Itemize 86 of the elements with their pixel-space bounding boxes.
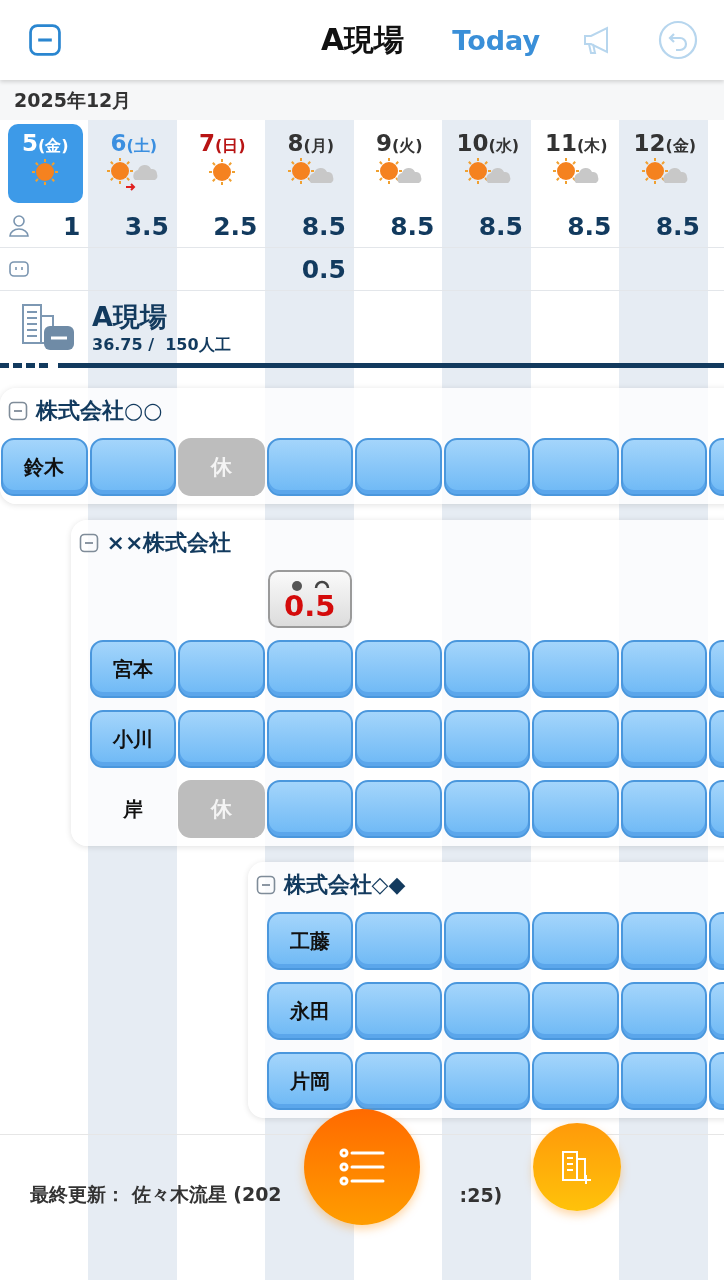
schedule-cell[interactable] bbox=[620, 640, 707, 698]
list-button[interactable] bbox=[304, 1109, 420, 1225]
site-name: A現場 bbox=[92, 299, 168, 334]
day-label: 10(水) bbox=[456, 130, 520, 157]
schedule-cell[interactable] bbox=[620, 438, 707, 496]
schedule-cell[interactable] bbox=[443, 1052, 530, 1110]
worker-name[interactable]: 宮本 bbox=[89, 640, 176, 698]
page-title: A現場 bbox=[321, 20, 405, 59]
building-plus-icon bbox=[560, 1149, 594, 1185]
day-label: 8(月) bbox=[287, 130, 335, 157]
schedule-cell[interactable] bbox=[355, 1052, 442, 1110]
last-updated-text: :25) bbox=[459, 1183, 503, 1206]
schedule-cell[interactable] bbox=[443, 780, 530, 838]
schedule-cell[interactable] bbox=[532, 1052, 619, 1110]
schedule-cell[interactable] bbox=[355, 780, 442, 838]
extra-count: 0.5 bbox=[301, 254, 346, 284]
day-header[interactable]: 7(日) bbox=[185, 124, 260, 203]
schedule-cell[interactable] bbox=[443, 912, 530, 970]
collapse-icon[interactable] bbox=[78, 533, 99, 553]
schedule-cell[interactable] bbox=[532, 780, 619, 838]
schedule-cell[interactable] bbox=[532, 710, 619, 768]
day-label: 6(土) bbox=[110, 130, 158, 157]
worker-count: 3.5 bbox=[124, 211, 169, 241]
list-icon bbox=[339, 1147, 385, 1187]
month-label: 2025年12月 bbox=[14, 88, 132, 113]
worker-name[interactable]: 小川 bbox=[89, 710, 176, 768]
collapse-icon[interactable] bbox=[255, 875, 276, 895]
schedule-cell[interactable] bbox=[443, 438, 530, 496]
schedule-cell[interactable] bbox=[620, 1052, 707, 1110]
worker-count: 8.5 bbox=[655, 211, 700, 241]
schedule-cell[interactable] bbox=[266, 640, 353, 698]
schedule-cell[interactable] bbox=[532, 982, 619, 1040]
schedule-cell[interactable] bbox=[178, 710, 265, 768]
schedule-cell[interactable] bbox=[355, 710, 442, 768]
worker-count: 2.5 bbox=[213, 211, 258, 241]
plug-icon bbox=[8, 260, 30, 278]
schedule-cell[interactable] bbox=[266, 780, 353, 838]
day-label: 11(木) bbox=[544, 130, 608, 157]
company-name: 株式会社○○ bbox=[36, 397, 163, 425]
person-icon bbox=[8, 214, 30, 238]
collapse-icon[interactable] bbox=[8, 401, 28, 421]
schedule-cell[interactable] bbox=[620, 780, 707, 838]
schedule-cell[interactable] bbox=[355, 912, 442, 970]
site-summary: 36.75 / 150人工 bbox=[92, 334, 231, 356]
schedule-cell[interactable] bbox=[266, 710, 353, 768]
schedule-cell[interactable] bbox=[178, 640, 265, 698]
day-header[interactable]: 9(火) bbox=[362, 124, 437, 203]
worker-count: 8.5 bbox=[478, 211, 523, 241]
day-header[interactable]: 10(水) bbox=[450, 124, 525, 203]
worker-name[interactable]: 永田 bbox=[266, 982, 353, 1040]
schedule-cell[interactable] bbox=[532, 438, 619, 496]
schedule-cell[interactable] bbox=[532, 912, 619, 970]
worker-name[interactable]: 片岡 bbox=[266, 1052, 353, 1110]
counter-badge[interactable]: 0.5 bbox=[267, 570, 352, 628]
worker-name[interactable]: 工藤 bbox=[266, 912, 353, 970]
schedule-cell[interactable] bbox=[266, 438, 353, 496]
schedule-cell[interactable] bbox=[355, 640, 442, 698]
worker-count: 8.5 bbox=[390, 211, 435, 241]
last-updated-text: 最終更新： 佐々木流星 (202 bbox=[30, 1181, 282, 1207]
company-name: 株式会社◇◆ bbox=[283, 871, 406, 899]
worker-count: 1 bbox=[63, 211, 81, 241]
schedule-cell[interactable] bbox=[89, 438, 176, 496]
day-header[interactable]: 12(金) bbox=[627, 124, 702, 203]
company-name: ××株式会社 bbox=[106, 529, 232, 557]
building-icon bbox=[20, 302, 76, 352]
schedule-cell[interactable] bbox=[443, 982, 530, 1040]
schedule-cell[interactable] bbox=[355, 438, 442, 496]
worker-name[interactable]: 岸 bbox=[88, 780, 177, 838]
schedule-cell[interactable] bbox=[620, 912, 707, 970]
day-label: 5(金) bbox=[21, 130, 69, 157]
schedule-cell[interactable] bbox=[443, 640, 530, 698]
day-label: 9(火) bbox=[375, 130, 423, 157]
schedule-cell[interactable] bbox=[355, 982, 442, 1040]
day-label: 7(日) bbox=[198, 130, 246, 157]
collapse-icon[interactable] bbox=[28, 23, 62, 57]
day-header[interactable]: 8(月) bbox=[273, 124, 348, 203]
schedule-cell[interactable] bbox=[532, 640, 619, 698]
schedule-cell[interactable] bbox=[443, 710, 530, 768]
worker-count: 8.5 bbox=[301, 211, 346, 241]
schedule-cell[interactable] bbox=[620, 710, 707, 768]
worker-count: 8.5 bbox=[567, 211, 612, 241]
add-building-button[interactable] bbox=[533, 1123, 621, 1211]
schedule-cell[interactable] bbox=[620, 982, 707, 1040]
day-header[interactable]: 11(木) bbox=[539, 124, 614, 203]
day-label: 12(金) bbox=[633, 130, 697, 157]
worker-name[interactable]: 鈴木 bbox=[1, 438, 88, 496]
